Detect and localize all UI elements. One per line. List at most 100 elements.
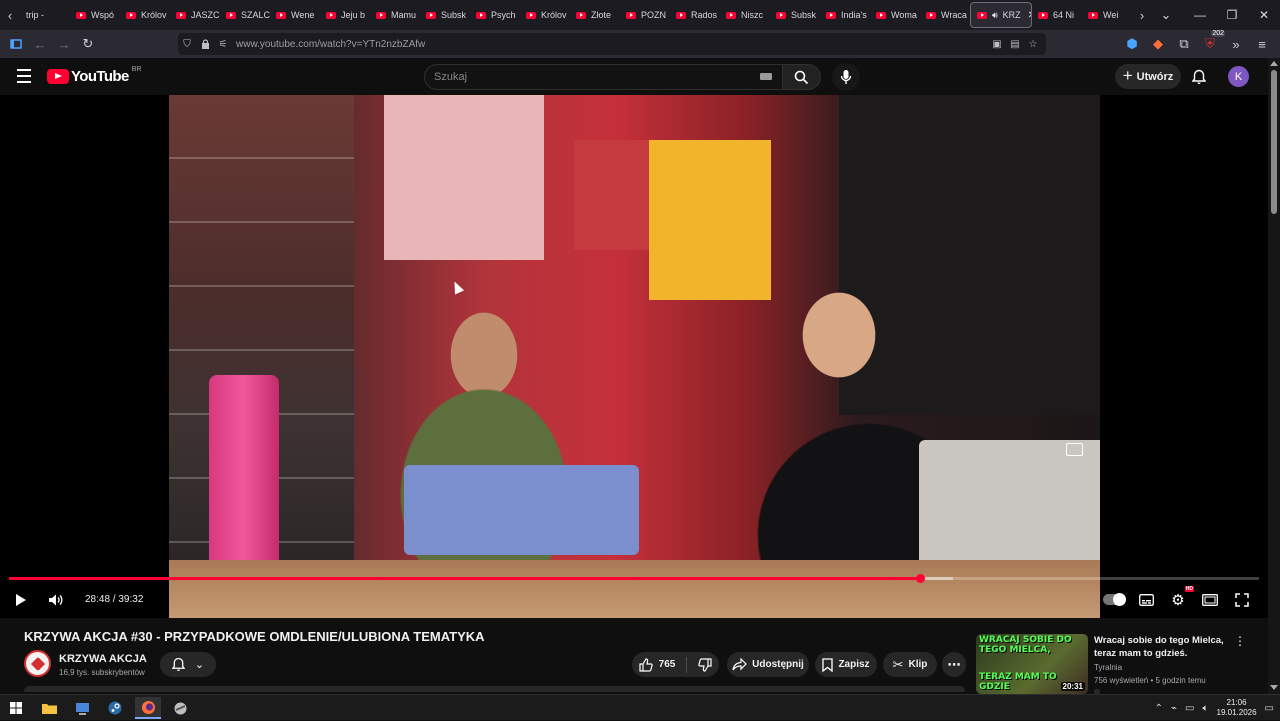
notifications-bell-icon[interactable]: [1188, 66, 1210, 88]
tab-scroll-right-button[interactable]: ›: [1132, 0, 1152, 30]
page-scrollbar[interactable]: [1268, 58, 1280, 694]
tab-scroll-left-button[interactable]: ‹: [0, 0, 20, 30]
clip-button[interactable]: ✂ Klip: [883, 652, 937, 677]
tray-overflow-chevron-icon[interactable]: ⌃: [1155, 703, 1163, 714]
usb-icon[interactable]: ⌁: [1171, 703, 1177, 714]
browser-tab[interactable]: 64 Ni: [1032, 2, 1082, 28]
clock[interactable]: 21:06 19.01.2026: [1217, 698, 1257, 718]
steam-icon[interactable]: [102, 697, 128, 719]
browser-tab-active[interactable]: 🔊︎KRZ✕: [970, 2, 1032, 28]
video-frame[interactable]: [169, 95, 1100, 618]
settings-button[interactable]: ⚙ HD: [1166, 586, 1194, 611]
browser-tab[interactable]: Subsk: [770, 2, 820, 28]
voice-search-button[interactable]: [832, 63, 860, 91]
browser-tab[interactable]: Jeju b: [320, 2, 370, 28]
scroll-up-arrow-icon[interactable]: [1270, 61, 1278, 66]
progress-bar[interactable]: [9, 574, 1259, 583]
close-window-button[interactable]: ✕: [1248, 0, 1280, 30]
browser-tab[interactable]: Mamu: [370, 2, 420, 28]
browser-tab[interactable]: Psych: [470, 2, 520, 28]
channel-name[interactable]: KRZYWA AKCJA: [59, 653, 147, 665]
play-button[interactable]: [9, 589, 33, 611]
browser-tab[interactable]: POZN: [620, 2, 670, 28]
notifications-icon[interactable]: ▭: [1265, 703, 1274, 714]
browser-tab[interactable]: trip -: [20, 2, 70, 28]
recommended-thumbnail[interactable]: WRACAJ SOBIE DO TEGO MIELCA, TERAZ MAM T…: [976, 634, 1088, 694]
browser-tab[interactable]: Wraca: [920, 2, 970, 28]
dislike-button[interactable]: [698, 657, 712, 672]
browser-tab[interactable]: Wei: [1082, 2, 1132, 28]
autoplay-toggle[interactable]: [1103, 593, 1126, 606]
recommended-title[interactable]: Wracaj sobie do tego Mielca, teraz mam t…: [1094, 634, 1234, 660]
file-explorer-icon[interactable]: [36, 697, 62, 719]
account-avatar[interactable]: K: [1228, 66, 1249, 87]
firefox-taskbar-icon[interactable]: [135, 697, 161, 719]
reader-view-icon[interactable]: ▤: [1006, 33, 1024, 55]
browser-tab[interactable]: SZALC: [220, 2, 270, 28]
browser-tab[interactable]: Rados: [670, 2, 720, 28]
subscription-notifications-button[interactable]: ⌄: [160, 652, 216, 677]
restore-button[interactable]: ❐: [1216, 0, 1248, 30]
network-icon[interactable]: ▭: [1185, 703, 1194, 714]
scrollbar-thumb[interactable]: [1271, 70, 1277, 214]
browser-tab[interactable]: Subsk: [420, 2, 470, 28]
address-bar[interactable]: ⛉ ⚟ www.youtube.com/watch?v=YTn2nzbZAfw …: [178, 33, 1046, 55]
like-button[interactable]: 765: [639, 657, 675, 672]
theater-mode-button[interactable]: [1198, 589, 1222, 611]
tab-list-menu-button[interactable]: ⌄: [1156, 0, 1176, 30]
fullscreen-button[interactable]: [1230, 589, 1254, 611]
channel-avatar[interactable]: [24, 650, 51, 677]
browser-tab[interactable]: Złote: [570, 2, 620, 28]
description-box[interactable]: [24, 686, 965, 692]
country-code: BR: [131, 66, 142, 73]
tracking-shield-icon[interactable]: ⛉: [178, 33, 196, 55]
sidebar-toggle-icon[interactable]: [4, 32, 28, 56]
save-button[interactable]: Zapisz: [815, 652, 877, 677]
browser-tab[interactable]: Woma: [870, 2, 920, 28]
extensions-icon[interactable]: ⧉: [1172, 32, 1196, 56]
mute-button[interactable]: [44, 589, 68, 611]
vpn-extension-icon[interactable]: ⬢: [1120, 32, 1144, 56]
picture-in-picture-icon[interactable]: ▣: [988, 33, 1006, 55]
computer-app-icon[interactable]: [69, 697, 95, 719]
forward-button[interactable]: →: [52, 32, 76, 56]
recommended-channel[interactable]: Tyralnia: [1094, 663, 1122, 672]
share-button[interactable]: Udostępnij: [727, 652, 809, 677]
recommended-menu-icon[interactable]: ⋮: [1234, 634, 1246, 650]
recommended-video[interactable]: WRACAJ SOBIE DO TEGO MIELCA, TERAZ MAM T…: [976, 634, 1256, 694]
guide-menu-icon[interactable]: [14, 66, 34, 86]
browser-tab[interactable]: Niszc: [720, 2, 770, 28]
minimize-button[interactable]: —: [1184, 0, 1216, 30]
subtitles-button[interactable]: [1134, 589, 1158, 611]
permissions-icon[interactable]: ⚟: [214, 33, 232, 55]
lock-icon[interactable]: [196, 33, 214, 55]
audio-playing-icon[interactable]: 🔊︎: [992, 10, 998, 21]
scroll-down-arrow-icon[interactable]: [1270, 685, 1278, 690]
reload-button[interactable]: ↻: [76, 32, 100, 56]
app-taskbar-icon[interactable]: [167, 697, 193, 719]
start-button[interactable]: [3, 697, 29, 719]
search-input[interactable]: [434, 71, 734, 83]
browser-tab[interactable]: India's: [820, 2, 870, 28]
overflow-chevron-icon[interactable]: »: [1224, 32, 1248, 56]
browser-tab[interactable]: Wspó: [70, 2, 120, 28]
progress-scrubber[interactable]: [915, 574, 925, 583]
ublock-extension-icon[interactable]: ⛨ 202: [1198, 30, 1225, 56]
youtube-logo[interactable]: YouTube BR: [47, 66, 142, 85]
bookmark-star-icon[interactable]: ☆: [1024, 33, 1042, 55]
keyboard-icon[interactable]: [760, 73, 772, 80]
speaker-icon[interactable]: 🔈︎: [1203, 703, 1209, 714]
browser-tab[interactable]: Królov: [520, 2, 570, 28]
create-button[interactable]: + Utwórz: [1115, 64, 1181, 89]
browser-tab[interactable]: Wene: [270, 2, 320, 28]
video-player[interactable]: 28:48 / 39:32 ⚙ HD: [0, 95, 1268, 618]
search-button[interactable]: [783, 64, 821, 90]
fox-extension-icon[interactable]: ◆: [1146, 32, 1170, 56]
url-text[interactable]: www.youtube.com/watch?v=YTn2nzbZAfw: [236, 39, 425, 50]
miniplayer-icon[interactable]: [1066, 443, 1083, 456]
more-actions-button[interactable]: ⋯: [942, 652, 966, 677]
browser-tab[interactable]: JASZC: [170, 2, 220, 28]
browser-tab[interactable]: Królov: [120, 2, 170, 28]
app-menu-icon[interactable]: ≡: [1250, 32, 1274, 56]
back-button[interactable]: ←: [28, 32, 52, 56]
